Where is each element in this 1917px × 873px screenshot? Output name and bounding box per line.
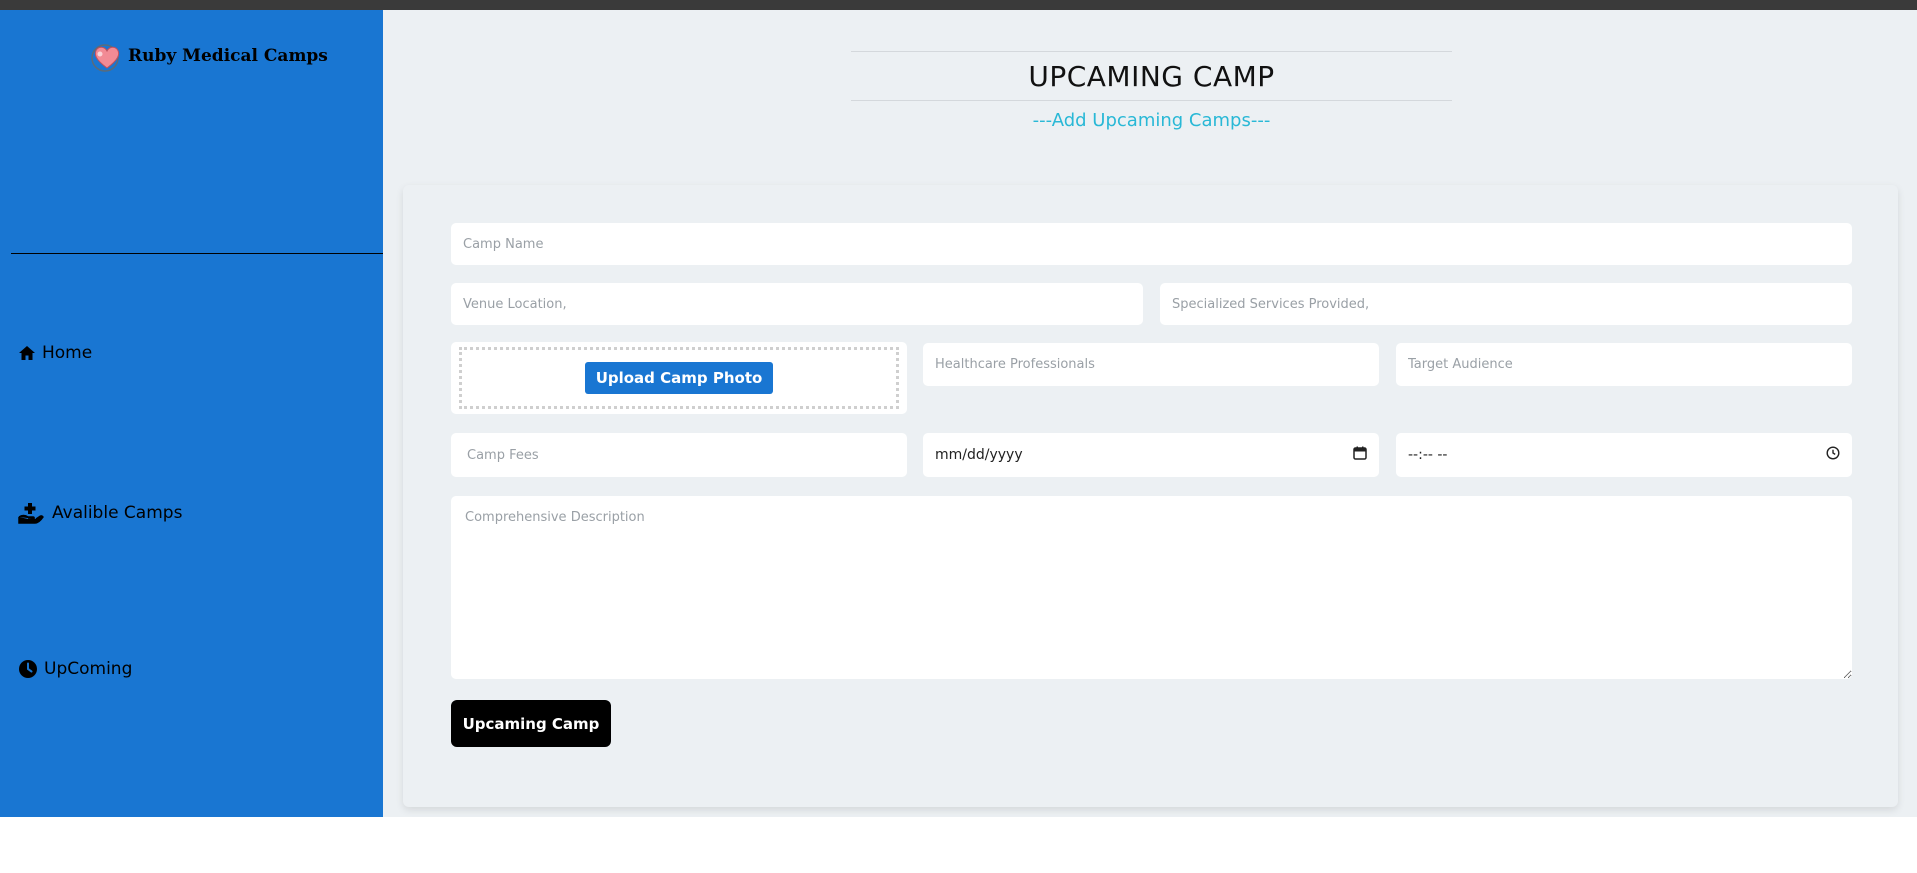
photo-upload-border: Upload Camp Photo bbox=[459, 347, 899, 409]
camp-name-input[interactable] bbox=[451, 223, 1852, 265]
description-textarea[interactable] bbox=[451, 496, 1852, 679]
target-audience-input[interactable] bbox=[1396, 343, 1852, 386]
brand-name: Ruby Medical Camps bbox=[128, 46, 328, 66]
page-title: UPCAMING CAMP bbox=[1028, 59, 1275, 93]
page-bottom-area bbox=[0, 817, 1917, 873]
heart-stethoscope-icon bbox=[88, 37, 126, 75]
sidebar-item-label: UpComing bbox=[44, 659, 133, 679]
camp-fees-input[interactable] bbox=[451, 433, 907, 477]
brand-logo[interactable]: Ruby Medical Camps bbox=[88, 37, 328, 75]
sidebar-item-label: Avalible Camps bbox=[52, 503, 183, 523]
calendar-icon[interactable] bbox=[1353, 446, 1367, 464]
camp-date-input[interactable]: mm/dd/yyyy bbox=[923, 433, 1379, 477]
page-title-wrapper: UPCAMING CAMP bbox=[851, 51, 1452, 101]
sidebar: Ruby Medical Camps Home Avalible Camps U… bbox=[0, 10, 383, 817]
photo-upload-dropzone[interactable]: Upload Camp Photo bbox=[451, 342, 907, 414]
sidebar-divider bbox=[11, 253, 383, 254]
main-content: UPCAMING CAMP ---Add Upcaming Camps--- U… bbox=[383, 10, 1917, 817]
specialized-services-input[interactable] bbox=[1160, 283, 1852, 325]
sidebar-item-label: Home bbox=[42, 343, 93, 363]
page-subtitle: ---Add Upcaming Camps--- bbox=[1032, 110, 1271, 131]
date-placeholder: mm/dd/yyyy bbox=[935, 447, 1023, 463]
sidebar-item-home[interactable]: Home bbox=[18, 343, 92, 363]
sidebar-item-available-camps[interactable]: Avalible Camps bbox=[18, 502, 182, 524]
upcoming-camp-submit-button[interactable]: Upcaming Camp bbox=[451, 700, 611, 747]
camp-time-input[interactable]: --:-- -- bbox=[1396, 433, 1852, 477]
add-camp-form: Upload Camp Photo mm/dd/yyyy --:-- -- Up… bbox=[403, 185, 1898, 807]
time-picker-icon[interactable] bbox=[1826, 446, 1840, 464]
browser-top-bar bbox=[0, 0, 1917, 10]
home-icon bbox=[18, 345, 36, 361]
sidebar-item-upcoming[interactable]: UpComing bbox=[18, 659, 132, 679]
venue-location-input[interactable] bbox=[451, 283, 1143, 325]
upload-camp-photo-button[interactable]: Upload Camp Photo bbox=[584, 362, 774, 394]
hand-plus-icon bbox=[18, 502, 44, 524]
healthcare-professionals-input[interactable] bbox=[923, 343, 1379, 386]
time-placeholder: --:-- -- bbox=[1408, 447, 1448, 463]
clock-icon bbox=[18, 659, 38, 679]
